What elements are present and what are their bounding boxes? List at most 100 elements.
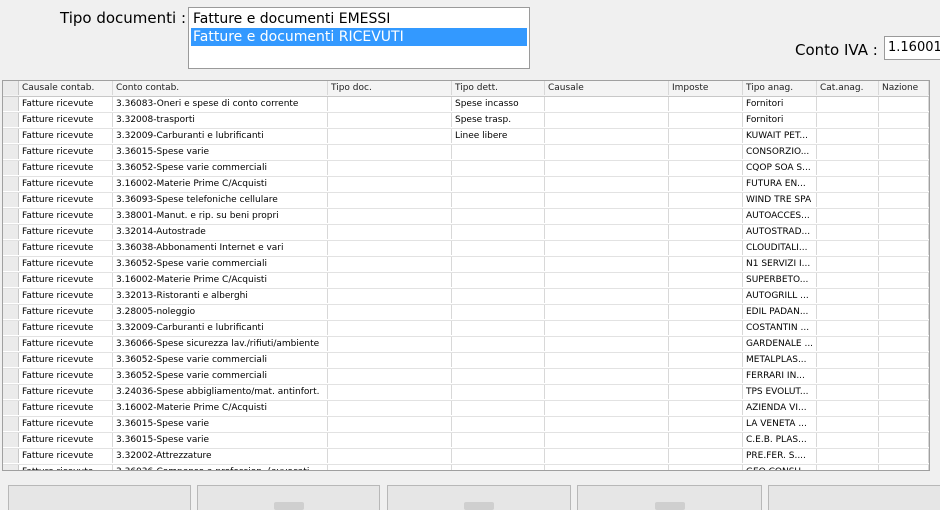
cell-tipo-dett[interactable]: Linee libere [452, 129, 545, 143]
row-header[interactable] [3, 401, 19, 415]
cell-causale[interactable] [545, 369, 669, 383]
cell-nazione[interactable] [879, 273, 929, 287]
cell-conto-contab[interactable]: 3.36083-Oneri e spese di conto corrente [113, 97, 328, 111]
cell-imposte[interactable] [669, 369, 743, 383]
cell-tipo-dett[interactable] [452, 305, 545, 319]
cell-conto-contab[interactable]: 3.38001-Manut. e rip. su beni propri [113, 209, 328, 223]
cell-causale-contab[interactable]: Fatture ricevute [19, 225, 113, 239]
cell-tipo-doc[interactable] [328, 449, 452, 463]
cell-imposte[interactable] [669, 337, 743, 351]
cell-nazione[interactable] [879, 321, 929, 335]
cell-conto-contab[interactable]: 3.32014-Autostrade [113, 225, 328, 239]
cell-tipo-anag[interactable]: CLOUDITALI... [743, 241, 817, 255]
row-header[interactable] [3, 385, 19, 399]
cell-cat-anag[interactable] [817, 257, 879, 271]
table-row[interactable]: Fatture ricevute 3.36015-Spese varie LA VE… [3, 417, 929, 433]
cell-causale-contab[interactable]: Fatture ricevute [19, 465, 113, 470]
tipo-documenti-listbox[interactable]: Fatture e documenti EMESSI Fatture e doc… [188, 7, 530, 69]
cell-imposte[interactable] [669, 273, 743, 287]
row-header[interactable] [3, 465, 19, 470]
cell-tipo-anag[interactable]: AUTOGRILL ... [743, 289, 817, 303]
cell-conto-contab[interactable]: 3.32002-Attrezzature [113, 449, 328, 463]
cell-causale[interactable] [545, 449, 669, 463]
cell-cat-anag[interactable] [817, 241, 879, 255]
cell-tipo-dett[interactable] [452, 353, 545, 367]
cell-imposte[interactable] [669, 449, 743, 463]
cell-causale[interactable] [545, 193, 669, 207]
table-row[interactable]: Fatture ricevute 3.24036-Spese abbigliame… [3, 385, 929, 401]
cell-tipo-doc[interactable] [328, 337, 452, 351]
cell-causale-contab[interactable]: Fatture ricevute [19, 369, 113, 383]
row-header[interactable] [3, 369, 19, 383]
cell-causale-contab[interactable]: Fatture ricevute [19, 401, 113, 415]
cell-cat-anag[interactable] [817, 129, 879, 143]
cell-tipo-anag[interactable]: EDIL PADAN... [743, 305, 817, 319]
cell-tipo-doc[interactable] [328, 465, 452, 470]
row-header[interactable] [3, 145, 19, 159]
cell-tipo-dett[interactable] [452, 385, 545, 399]
cell-conto-contab[interactable]: 3.36015-Spese varie [113, 433, 328, 447]
cell-causale-contab[interactable]: Fatture ricevute [19, 337, 113, 351]
cell-causale-contab[interactable]: Fatture ricevute [19, 97, 113, 111]
cell-conto-contab[interactable]: 3.16002-Materie Prime C/Acquisti [113, 401, 328, 415]
toolbar-button-5[interactable] [768, 485, 940, 510]
toolbar-button-1[interactable] [8, 485, 191, 510]
table-row[interactable]: Fatture ricevute 3.32013-Ristoranti e alb… [3, 289, 929, 305]
cell-tipo-dett[interactable] [452, 369, 545, 383]
cell-tipo-doc[interactable] [328, 321, 452, 335]
cell-causale[interactable] [545, 433, 669, 447]
row-header[interactable] [3, 161, 19, 175]
row-header[interactable] [3, 449, 19, 463]
cell-tipo-anag[interactable]: KUWAIT PET... [743, 129, 817, 143]
table-row[interactable]: Fatture ricevute 3.16002-Materie Prime C/… [3, 177, 929, 193]
cell-imposte[interactable] [669, 241, 743, 255]
cell-cat-anag[interactable] [817, 289, 879, 303]
cell-conto-contab[interactable]: 3.36066-Spese sicurezza lav./rifiuti/amb… [113, 337, 328, 351]
cell-tipo-doc[interactable] [328, 273, 452, 287]
cell-tipo-anag[interactable]: AUTOSTRAD... [743, 225, 817, 239]
table-row[interactable]: Fatture ricevute 3.16002-Materie Prime C/… [3, 401, 929, 417]
cell-conto-contab[interactable]: 3.36038-Abbonamenti Internet e vari [113, 241, 328, 255]
column-header-nazione[interactable]: Nazione [879, 81, 929, 95]
cell-tipo-anag[interactable]: WIND TRE SPA [743, 193, 817, 207]
row-header[interactable] [3, 193, 19, 207]
cell-tipo-dett[interactable]: Spese trasp. [452, 113, 545, 127]
table-row[interactable]: Fatture ricevute 3.32009-Carburanti e lub… [3, 321, 929, 337]
cell-imposte[interactable] [669, 353, 743, 367]
cell-causale-contab[interactable]: Fatture ricevute [19, 129, 113, 143]
row-header[interactable] [3, 129, 19, 143]
cell-imposte[interactable] [669, 97, 743, 111]
cell-conto-contab[interactable]: 3.16002-Materie Prime C/Acquisti [113, 177, 328, 191]
cell-cat-anag[interactable] [817, 433, 879, 447]
cell-causale[interactable] [545, 113, 669, 127]
cell-conto-contab[interactable]: 3.36036-Compenso a profession. (avvocati… [113, 465, 328, 470]
row-header[interactable] [3, 305, 19, 319]
cell-tipo-dett[interactable] [452, 209, 545, 223]
cell-tipo-dett[interactable] [452, 433, 545, 447]
cell-nazione[interactable] [879, 241, 929, 255]
cell-tipo-doc[interactable] [328, 145, 452, 159]
cell-conto-contab[interactable]: 3.36015-Spese varie [113, 145, 328, 159]
cell-nazione[interactable] [879, 209, 929, 223]
table-row[interactable]: Fatture ricevute 3.36066-Spese sicurezza … [3, 337, 929, 353]
cell-tipo-anag[interactable]: COSTANTIN ... [743, 321, 817, 335]
cell-cat-anag[interactable] [817, 273, 879, 287]
cell-cat-anag[interactable] [817, 417, 879, 431]
cell-tipo-doc[interactable] [328, 257, 452, 271]
cell-causale-contab[interactable]: Fatture ricevute [19, 353, 113, 367]
row-header[interactable] [3, 177, 19, 191]
table-row[interactable]: Fatture ricevute 3.36052-Spese varie comm… [3, 369, 929, 385]
cell-nazione[interactable] [879, 449, 929, 463]
cell-nazione[interactable] [879, 97, 929, 111]
cell-nazione[interactable] [879, 161, 929, 175]
row-header[interactable] [3, 97, 19, 111]
cell-imposte[interactable] [669, 161, 743, 175]
cell-causale[interactable] [545, 385, 669, 399]
cell-causale-contab[interactable]: Fatture ricevute [19, 305, 113, 319]
cell-cat-anag[interactable] [817, 401, 879, 415]
cell-nazione[interactable] [879, 337, 929, 351]
cell-causale[interactable] [545, 353, 669, 367]
cell-causale-contab[interactable]: Fatture ricevute [19, 145, 113, 159]
cell-cat-anag[interactable] [817, 305, 879, 319]
cell-causale-contab[interactable]: Fatture ricevute [19, 449, 113, 463]
